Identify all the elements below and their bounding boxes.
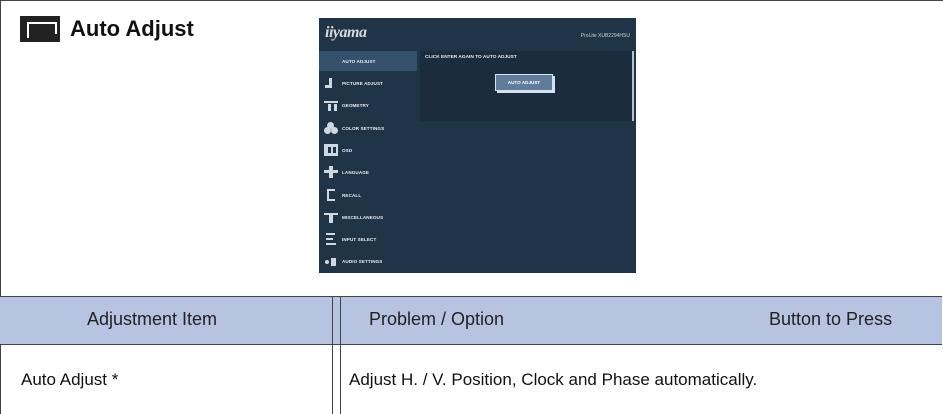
header-problem-option: Problem / Option — [369, 309, 505, 329]
menu-item-audio-settings[interactable]: AUDIO SETTINGS — [319, 251, 417, 271]
section-title: Auto Adjust — [70, 16, 194, 41]
header-button-to-press: Button to Press — [769, 309, 893, 329]
menu-item-label: GEOMETRY — [342, 102, 369, 108]
audio-settings-icon — [324, 255, 338, 267]
menu-item-label: LANGUAGE — [342, 169, 370, 175]
menu-item-label: INPUT SELECT — [342, 236, 377, 242]
menu-item-label: RECALL — [342, 192, 362, 198]
menu-item-label: MISCELLANEOUS — [342, 214, 384, 220]
row-item: Auto Adjust * — [21, 370, 119, 389]
osd-content-area: CLICK ENTER AGAIN TO AUTO ADJUST AUTO AD… — [420, 51, 634, 121]
osd-icon — [324, 144, 338, 156]
header-adjustment-item: Adjustment Item — [87, 309, 218, 329]
menu-item-auto-adjust[interactable]: AUTO ADJUST — [319, 51, 417, 71]
column-divider — [340, 297, 341, 414]
model-name: ProLite XUB2294HSU — [580, 33, 630, 39]
picture-adjust-icon — [324, 77, 338, 89]
menu-item-osd[interactable]: OSD — [319, 140, 417, 160]
menu-item-geometry[interactable]: GEOMETRY — [319, 95, 417, 115]
osd-screenshot: iiyama ProLite XUB2294HSU AUTO ADJUST PI… — [319, 18, 636, 273]
menu-item-label: OSD — [342, 147, 353, 153]
osd-hint-text: CLICK ENTER AGAIN TO AUTO ADJUST — [425, 55, 517, 60]
menu-item-miscellaneous[interactable]: MISCELLANEOUS — [319, 207, 417, 227]
brand-logo: iiyama — [325, 24, 367, 41]
recall-icon — [324, 189, 338, 201]
menu-item-label: AUDIO SETTINGS — [342, 258, 383, 264]
menu-item-language[interactable]: LANGUAGE — [319, 162, 417, 182]
auto-adjust-button[interactable]: AUTO ADJUST — [495, 74, 553, 91]
column-divider — [332, 297, 333, 414]
row-problem: Adjust H. / V. Position, Clock and Phase… — [349, 370, 758, 389]
miscellaneous-icon — [324, 211, 338, 223]
color-settings-icon — [324, 122, 338, 134]
language-icon — [324, 166, 338, 178]
auto-adjust-icon — [20, 16, 60, 42]
osd-menu: AUTO ADJUST PICTURE ADJUST GEOMETRY COLO… — [319, 51, 417, 273]
menu-item-label: COLOR SETTINGS — [342, 125, 385, 131]
geometry-icon — [324, 99, 338, 111]
input-select-icon — [324, 233, 338, 245]
menu-item-label: AUTO ADJUST — [342, 58, 376, 64]
osd-header: iiyama ProLite XUB2294HSU — [319, 18, 636, 50]
menu-item-color-settings[interactable]: COLOR SETTINGS — [319, 118, 417, 138]
menu-item-input-select[interactable]: INPUT SELECT — [319, 229, 417, 249]
auto-adjust-panel: Auto Adjust iiyama ProLite XUB2294HSU AU… — [0, 0, 942, 297]
menu-item-label: PICTURE ADJUST — [342, 80, 384, 86]
menu-item-recall[interactable]: RECALL — [319, 185, 417, 205]
menu-item-picture-adjust[interactable]: PICTURE ADJUST — [319, 73, 417, 93]
section-heading: Auto Adjust — [20, 16, 194, 42]
